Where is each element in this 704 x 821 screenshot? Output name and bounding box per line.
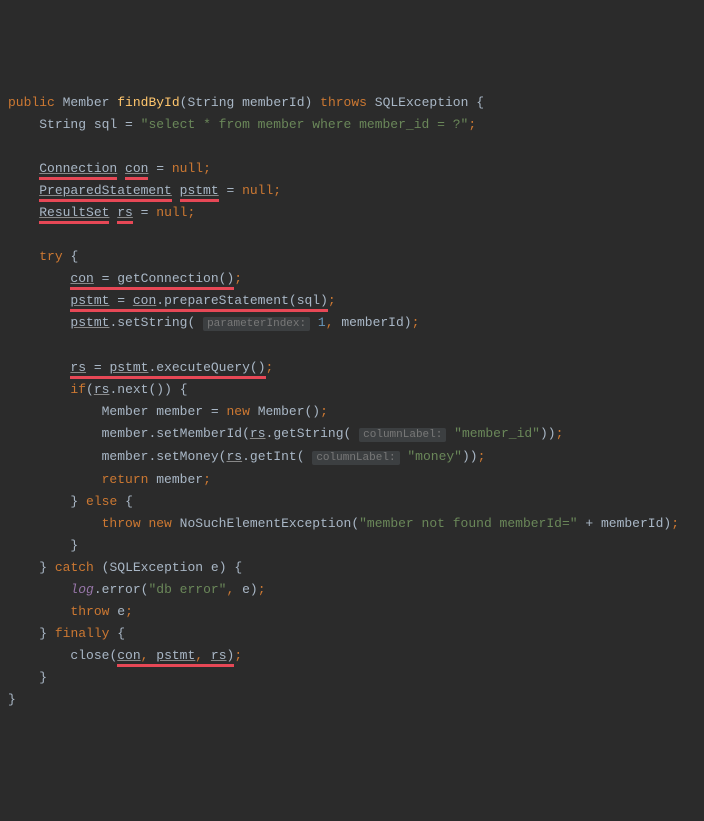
var-con: con [125,161,148,176]
hint-col2: columnLabel: [312,451,399,465]
type-member2: Member [102,404,149,419]
memberId-arg: memberId [341,315,403,330]
rs-assign: rs [70,360,86,375]
brace-open: { [476,95,484,110]
sql-arg: sql [297,293,320,308]
type-resultset: ResultSet [39,205,109,220]
keyword-throw: throw [102,516,141,531]
rs-ref2: rs [250,426,266,441]
str-notfound: "member not found memberId=" [359,516,577,531]
member-ret: member [156,472,203,487]
null-1: null [172,161,203,176]
str-dberror: "db error" [148,582,226,597]
var-sql: sql [94,117,117,132]
pstmt-close: pstmt [156,648,195,663]
type-connection: Connection [39,161,117,176]
hint-col1: columnLabel: [359,428,446,442]
pstmt-ref: pstmt [70,315,109,330]
call-executeQuery: executeQuery [156,360,250,375]
keyword-public: public [8,95,55,110]
type-string2: String [39,117,86,132]
keyword-new: new [226,404,249,419]
var-pstmt: pstmt [180,183,219,198]
null-2: null [242,183,273,198]
var-rs: rs [117,205,133,220]
hint-paramIndex: parameterIndex: [203,317,310,331]
call-setMemberId: setMemberId [156,426,242,441]
code-editor: public Member findById(String memberId) … [8,92,696,711]
e-arg: e [242,582,250,597]
type-sqlexception: SQLException [375,95,469,110]
con-close: con [117,648,140,663]
type-prepared: PreparedStatement [39,183,172,198]
sql-string: "select * from member where member_id = … [141,117,469,132]
member-ref1: member [102,426,149,441]
var-log: log [70,582,93,597]
call-error: error [102,582,141,597]
keyword-new2: new [148,516,171,531]
keyword-if: if [70,382,86,397]
keyword-throw2: throw [70,604,109,619]
type-nosuch: NoSuchElementException [180,516,352,531]
call-getInt: getInt [250,449,297,464]
call-setString: setString [117,315,187,330]
pstmt-assign: pstmt [70,293,109,308]
con-assign: con [70,271,93,286]
call-getConnection: getConnection [117,271,218,286]
call-prepareStatement: prepareStatement [164,293,289,308]
keyword-finally: finally [55,626,110,641]
method-name: findById [117,95,179,110]
memberId-cat: memberId [601,516,663,531]
pstmt-ref2: pstmt [109,360,148,375]
keyword-try: try [39,249,62,264]
str-memberid: "member_id" [454,426,540,441]
keyword-catch: catch [55,560,94,575]
con-ref: con [133,293,156,308]
call-close: close [70,648,109,663]
var-e: e [211,560,219,575]
keyword-throws: throws [320,95,367,110]
null-3: null [156,205,187,220]
call-setMoney: setMoney [156,449,218,464]
str-money: "money" [407,449,462,464]
call-getString: getString [273,426,343,441]
member-ref2: member [102,449,149,464]
rs-ref3: rs [226,449,242,464]
rs-close: rs [211,648,227,663]
type-member: Member [63,95,110,110]
e-throw: e [117,604,125,619]
type-sqlex2: SQLException [109,560,203,575]
call-next: next [117,382,148,397]
var-member: member [156,404,203,419]
param-memberId: memberId [242,95,304,110]
ctor-member: Member [258,404,305,419]
type-string: String [187,95,234,110]
rs-ref: rs [94,382,110,397]
keyword-else: else [86,494,117,509]
keyword-return: return [102,472,149,487]
num-1: 1 [318,315,326,330]
